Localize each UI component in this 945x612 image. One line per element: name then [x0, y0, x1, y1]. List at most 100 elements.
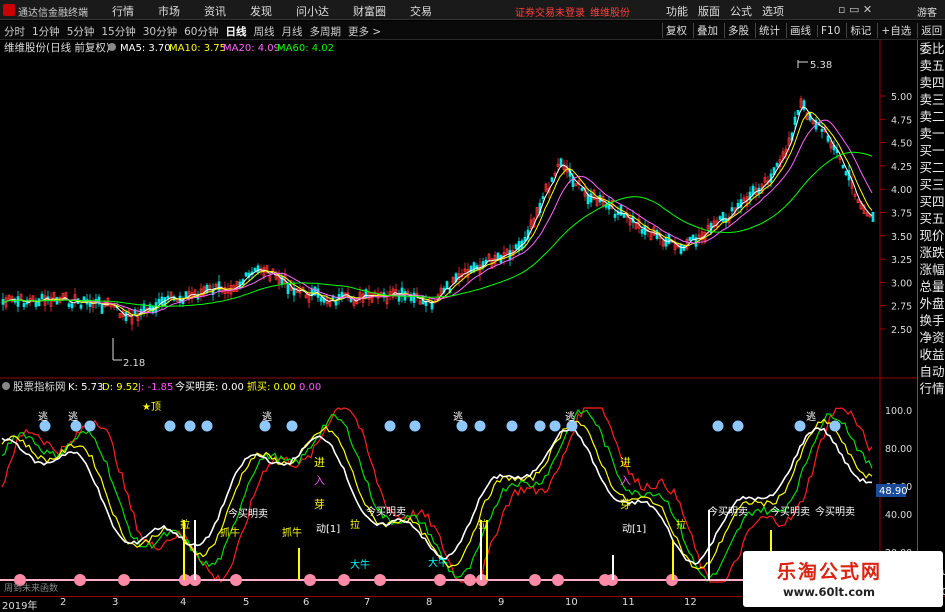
sidebar-item-3[interactable]: 卖三	[918, 91, 945, 108]
chart-area[interactable]: 维维股份(日线 前复权) MA5: 3.70MA10: 3.75MA20: 4.0…	[0, 40, 945, 609]
settings-gear-icon	[108, 43, 116, 51]
candle-body-61	[184, 291, 188, 298]
watermark-url: www.60lt.com	[783, 585, 876, 599]
period-tab-1[interactable]: 1分钟	[32, 24, 60, 39]
blue-signal-dot-8	[384, 420, 396, 432]
sidebar-item-15[interactable]: 外盘	[918, 295, 945, 312]
candle-body-230	[691, 234, 695, 240]
sidebar-item-10[interactable]: 买五	[918, 210, 945, 227]
window-controls-icon[interactable]: ▫ ▭ ✕	[838, 3, 872, 16]
sidebar-item-14[interactable]: 总量	[918, 278, 945, 295]
sidebar-item-4[interactable]: 卖二	[918, 108, 945, 125]
sidebar-item-18[interactable]: 收益	[918, 346, 945, 363]
sidebar-item-17[interactable]: 净资	[918, 329, 945, 346]
period-tab-0[interactable]: 分时	[4, 24, 25, 39]
price-tick-7: 3.25	[891, 255, 912, 266]
period-tab-3[interactable]: 15分钟	[101, 24, 135, 39]
tool-button-0[interactable]: 复权	[662, 23, 690, 38]
indicator-stat-0: K: 5.73	[68, 382, 103, 393]
period-tab-2[interactable]: 5分钟	[67, 24, 95, 39]
login-notice[interactable]: 证券交易未登录	[515, 4, 585, 19]
signal-bar-7	[708, 510, 710, 580]
sidebar-item-6[interactable]: 买一	[918, 142, 945, 159]
ma-label-3: MA60: 4.02	[277, 43, 334, 54]
sidebar-item-11[interactable]: 现价	[918, 227, 945, 244]
candle-body-33	[100, 304, 104, 314]
blue-signal-dot-12	[506, 420, 518, 432]
candle-body-95	[286, 284, 290, 294]
chart-tools: 复权 叠加 多股 统计 画线 F10 标记 +自选 返回	[662, 23, 945, 38]
tool-button-8[interactable]: 返回	[917, 23, 945, 38]
period-tab-10[interactable]: 更多 >	[348, 24, 381, 39]
menu-item-0[interactable]: 行情	[112, 3, 134, 19]
period-tab-7[interactable]: 周线	[254, 24, 275, 39]
escape-label-2: 逃	[262, 410, 272, 423]
tool-button-5[interactable]: F10	[817, 25, 843, 37]
sidebar-item-7[interactable]: 买二	[918, 159, 945, 176]
tool-button-2[interactable]: 多股	[724, 23, 752, 38]
candle-body-280	[841, 164, 845, 169]
candle-body-213	[640, 229, 644, 234]
tool-button-4[interactable]: 画线	[786, 23, 814, 38]
quote-sidebar: 委比 卖五 卖四 卖三 卖二 卖一 买一 买二 买三 买四 买五 现价 涨跌 涨幅 总量 外盘 换手 净资 收益 自动…	[917, 40, 945, 570]
menu-item-2[interactable]: 资讯	[204, 3, 226, 19]
tool-button-1[interactable]: 叠加	[693, 23, 721, 38]
sidebar-item-12[interactable]: 涨跌	[918, 244, 945, 261]
blue-signal-dot-3	[164, 420, 176, 432]
jin-label-1: 进	[314, 456, 325, 469]
blue-signal-dot-17	[732, 420, 744, 432]
candle-body-273	[820, 128, 824, 132]
right-menu-item-1[interactable]: 版面	[698, 3, 720, 19]
sidebar-item-8[interactable]: 买三	[918, 176, 945, 193]
top-label: ★顶	[142, 401, 161, 413]
time-axis-label-11: 12	[684, 597, 697, 608]
stock-name-top: 维维股份	[590, 8, 630, 19]
period-tab-8[interactable]: 月线	[282, 24, 303, 39]
period-tab-5[interactable]: 60分钟	[184, 24, 218, 39]
candle-body-243	[730, 207, 734, 212]
candle-body-275	[826, 135, 830, 142]
candle-body-290	[871, 211, 875, 222]
sidebar-item-5[interactable]: 卖一	[918, 125, 945, 142]
menu-item-4[interactable]: 问小达	[296, 3, 329, 19]
sidebar-item-16[interactable]: 换手	[918, 312, 945, 329]
candle-body-171	[514, 244, 518, 249]
indicator-stat-5: 0.00	[299, 382, 321, 393]
sidebar-item-19[interactable]: 自动	[918, 363, 945, 380]
launch-label-1: 动[1]	[316, 523, 340, 535]
sidebar-item-20[interactable]: 行情	[918, 380, 945, 397]
candle-body-250	[751, 185, 755, 195]
period-tab-9[interactable]: 多周期	[310, 24, 342, 39]
sidebar-item-2[interactable]: 卖四	[918, 74, 945, 91]
sidebar-item-13[interactable]: 涨幅	[918, 261, 945, 278]
tool-button-3[interactable]: 统计	[755, 23, 783, 38]
pink-signal-dot-1	[74, 574, 86, 586]
menu-item-6[interactable]: 交易	[410, 3, 432, 19]
right-menu-item-3[interactable]: 选项	[762, 3, 784, 19]
menu-item-1[interactable]: 市场	[158, 3, 180, 19]
tool-button-7[interactable]: +自选	[877, 23, 914, 38]
guest-button[interactable]: 游客	[917, 4, 937, 19]
sidebar-item-0[interactable]: 委比	[918, 40, 945, 57]
high-price-label: 5.38	[810, 60, 832, 71]
menu-item-5[interactable]: 财富圈	[353, 3, 386, 19]
site-watermark: 乐淘公式网 www.60lt.com	[743, 551, 943, 607]
period-tab-6[interactable]: 日线	[226, 24, 247, 39]
time-axis-label-4: 5	[243, 597, 250, 608]
ya-label-1: 芽	[314, 497, 325, 511]
menu-item-3[interactable]: 发现	[250, 3, 272, 19]
time-axis-label-5: 6	[303, 597, 310, 608]
period-tab-4[interactable]: 30分钟	[143, 24, 177, 39]
ma5-line	[1, 106, 873, 317]
right-menu-item-0[interactable]: 功能	[666, 3, 688, 19]
ma-label-1: MA10: 3.75	[169, 43, 226, 54]
sidebar-item-9[interactable]: 买四	[918, 193, 945, 210]
tool-button-6[interactable]: 标记	[846, 23, 874, 38]
right-menu-item-2[interactable]: 公式	[730, 3, 752, 19]
ind-line-yellow	[1, 418, 873, 570]
blue-signal-dot-16	[712, 420, 724, 432]
candle-body-158	[475, 265, 479, 270]
sidebar-item-1[interactable]: 卖五	[918, 57, 945, 74]
time-axis-label-2: 3	[112, 597, 119, 608]
pull-label-2: 拉	[478, 518, 488, 531]
